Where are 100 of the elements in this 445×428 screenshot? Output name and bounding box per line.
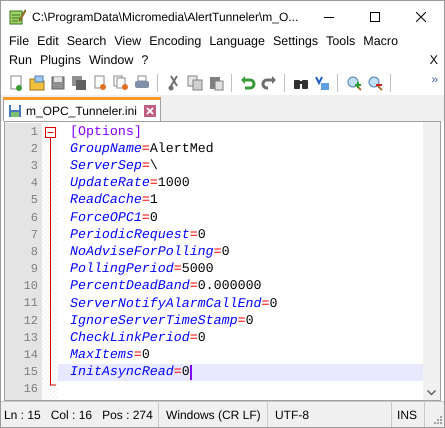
status-text: Col : 16 xyxy=(50,406,92,424)
menu-item[interactable]: Encoding xyxy=(145,32,206,51)
maximize-icon[interactable] xyxy=(370,12,380,22)
close-all-icon[interactable] xyxy=(112,74,128,90)
operator-text: = xyxy=(134,346,142,364)
line-number: 12 xyxy=(24,312,38,330)
line-number: 3 xyxy=(30,158,38,175)
zoom-out-icon[interactable] xyxy=(366,74,382,90)
menu-item[interactable]: Macro xyxy=(359,32,402,51)
save-all-icon[interactable] xyxy=(70,74,86,90)
file-tab[interactable]: m_OPC_Tunneler.ini xyxy=(3,97,161,121)
operator-text: = xyxy=(142,157,150,175)
value-text: 5000 xyxy=(182,260,214,278)
line-number: 5 xyxy=(30,192,38,210)
line-number: 7 xyxy=(30,226,38,244)
operator-text: = xyxy=(174,260,182,278)
line-number: 9 xyxy=(30,261,38,278)
notepad-icon xyxy=(9,8,26,25)
operator-text: = xyxy=(150,174,158,192)
close-icon[interactable] xyxy=(416,12,426,22)
menu-item[interactable]: File xyxy=(5,32,34,51)
key-text: ReadCache xyxy=(70,191,142,210)
operator-text: = xyxy=(190,328,198,347)
copy-icon[interactable] xyxy=(186,74,202,90)
operator-text: = xyxy=(190,226,198,244)
close-document-button[interactable]: X xyxy=(428,51,440,70)
line-number: 15 xyxy=(24,364,38,382)
value-text: 0 xyxy=(222,242,230,261)
status-text: Ln : 15 xyxy=(4,406,41,424)
operator-text: = xyxy=(214,242,222,261)
key-text: PollingPeriod xyxy=(70,260,174,278)
line-number: 4 xyxy=(30,175,38,192)
line-number: 10 xyxy=(24,278,38,296)
value-text: 0.000000 xyxy=(198,277,262,296)
replace-icon[interactable] xyxy=(314,74,330,90)
paste-icon[interactable] xyxy=(208,74,224,90)
overflow-button[interactable]: » xyxy=(431,70,438,88)
operator-text: = xyxy=(190,277,198,296)
key-text: MaxItems xyxy=(70,346,134,364)
fold-minus-icon[interactable] xyxy=(45,127,56,138)
operator-text: = xyxy=(174,363,182,382)
menu-item[interactable]: Run xyxy=(5,51,36,70)
menu-item[interactable]: Search xyxy=(62,32,110,51)
line-number: 8 xyxy=(30,244,38,261)
line-number: 2 xyxy=(30,140,38,158)
menu-item[interactable]: Edit xyxy=(33,32,63,51)
undo-icon[interactable] xyxy=(240,74,256,90)
line-number: 11 xyxy=(24,295,38,312)
key-text: ServerSep xyxy=(70,157,142,175)
key-text: NoAdviseForPolling xyxy=(70,242,214,261)
value-text: 1000 xyxy=(158,174,190,192)
operator-text: = xyxy=(238,312,246,330)
menu-item[interactable]: Language xyxy=(205,32,269,51)
redo-icon[interactable] xyxy=(260,74,276,90)
menu-item[interactable]: View xyxy=(110,32,146,51)
key-text: GroupName xyxy=(70,140,142,158)
text-cursor xyxy=(190,364,192,380)
line-number: 1 xyxy=(30,124,38,141)
section-header: [Options] xyxy=(70,122,142,141)
operator-text: = xyxy=(262,294,270,312)
zoom-in-icon[interactable] xyxy=(346,74,362,90)
menu-item[interactable]: Window xyxy=(84,51,138,70)
line-number: 13 xyxy=(24,330,38,347)
scrollbar[interactable] xyxy=(423,122,440,400)
resize-grip-icon[interactable] xyxy=(433,415,442,424)
value-text: AlertMed xyxy=(150,140,214,158)
operator-text: = xyxy=(142,191,150,210)
scroll-down-icon[interactable] xyxy=(427,390,436,396)
close-file-icon[interactable] xyxy=(92,74,108,90)
line-number: 6 xyxy=(30,210,38,227)
close-tab-icon[interactable] xyxy=(144,104,156,116)
value-text: 0 xyxy=(246,312,254,330)
window-title: C:\ProgramData\Micromedia\AlertTunneler\m_O... xyxy=(32,8,298,26)
new-file-icon[interactable] xyxy=(8,74,24,90)
key-text: CheckLinkPeriod xyxy=(70,328,190,347)
status-text: Windows (CR LF) xyxy=(159,402,268,427)
key-text: ServerNotifyAlarmCallEnd xyxy=(70,294,262,312)
operator-text: = xyxy=(142,140,150,158)
key-text: PercentDeadBand xyxy=(70,277,190,296)
value-text: 0 xyxy=(182,363,190,382)
menu-item[interactable]: ? xyxy=(137,51,152,70)
status-text: UTF-8 xyxy=(268,402,392,427)
key-text: IgnoreServerTimeStamp xyxy=(70,312,238,330)
status-text: INS xyxy=(392,402,425,427)
menu-item[interactable]: Tools xyxy=(322,32,360,51)
menu-item[interactable]: Plugins xyxy=(36,51,85,70)
key-text: InitAsyncRead xyxy=(70,363,174,382)
save-icon xyxy=(8,104,22,118)
value-text: 0 xyxy=(150,208,158,227)
key-text: UpdateRate xyxy=(70,174,150,192)
save-icon[interactable] xyxy=(50,74,66,90)
value-text: 0 xyxy=(142,346,150,364)
key-text: PeriodicRequest xyxy=(70,226,190,244)
line-number: 14 xyxy=(24,347,38,364)
value-text: 0 xyxy=(198,328,206,347)
value-text: 1 xyxy=(150,191,158,210)
folder-icon[interactable] xyxy=(28,74,44,90)
printer-icon[interactable] xyxy=(134,74,150,90)
menu-item[interactable]: Settings xyxy=(268,32,322,51)
line-number: 16 xyxy=(24,381,38,398)
